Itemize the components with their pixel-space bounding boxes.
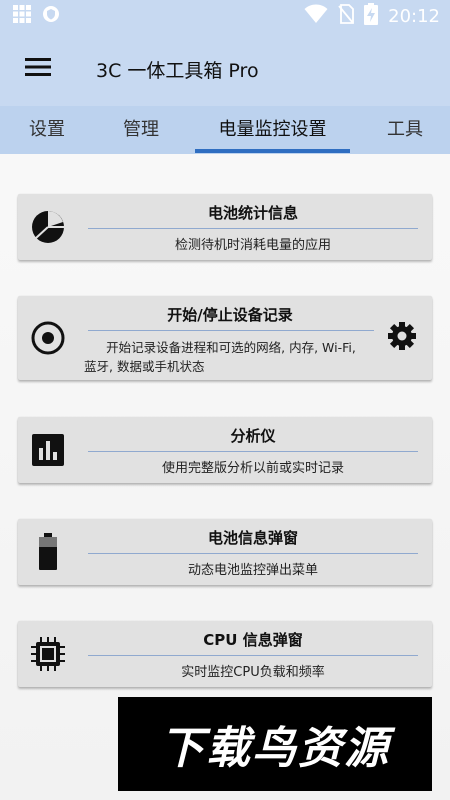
no-sim-icon: [338, 4, 355, 28]
tab-battery-monitor-settings[interactable]: 电量监控设置: [195, 106, 350, 154]
card-title: 电池信息弹窗: [207, 529, 298, 547]
divider: [88, 330, 374, 331]
pie-chart-icon: [28, 207, 68, 247]
active-tab-indicator: [195, 149, 350, 153]
card-description: 动态电池监控弹出菜单: [187, 563, 318, 578]
app-bar: 3C 一体工具箱 Pro: [0, 32, 450, 106]
grid-icon: [12, 4, 32, 28]
analyzer-card[interactable]: 分析仪 使用完整版分析以前或实时记录: [18, 417, 432, 483]
battery-stats-card[interactable]: 电池统计信息 检测待机时消耗电量的应用: [18, 194, 432, 260]
cpu-chip-icon: [28, 634, 68, 674]
card-description: 检测待机时消耗电量的应用: [174, 238, 331, 253]
app-title: 3C 一体工具箱 Pro: [96, 59, 259, 82]
record-icon: [28, 318, 68, 358]
recording-settings-button[interactable]: [382, 318, 422, 358]
menu-button[interactable]: [8, 39, 68, 99]
hamburger-menu-icon: [25, 57, 51, 81]
card-description: 开始记录设备进程和可选的网络, 内存, Wi-Fi, 蓝牙, 数据或手机状态: [84, 338, 378, 376]
battery-icon: [28, 532, 68, 572]
tab-tools[interactable]: 工具: [370, 106, 440, 154]
card-description-line: 开始记录设备进程和可选的网络, 内存, Wi-Fi,: [106, 340, 356, 355]
tab-settings[interactable]: 设置: [10, 106, 84, 154]
status-bar: 20:12: [0, 0, 450, 32]
watermark: 下载鸟资源: [118, 697, 432, 791]
tab-bar: 设置 管理 电量监控设置 工具: [0, 106, 450, 154]
bar-chart-icon: [28, 430, 68, 470]
card-description: 实时监控CPU负载和频率: [181, 665, 325, 680]
card-title: 电池统计信息: [207, 204, 298, 222]
divider: [88, 451, 418, 452]
shield-icon: [42, 5, 60, 27]
divider: [88, 553, 418, 554]
device-record-card[interactable]: 开始/停止设备记录 开始记录设备进程和可选的网络, 内存, Wi-Fi, 蓝牙,…: [18, 296, 432, 380]
card-description-line: 蓝牙, 数据或手机状态: [84, 359, 205, 374]
divider: [88, 655, 418, 656]
card-description: 使用完整版分析以前或实时记录: [161, 461, 344, 476]
gear-icon: [387, 321, 417, 355]
card-title: 开始/停止设备记录: [167, 306, 293, 324]
cpu-popup-card[interactable]: CPU 信息弹窗 实时监控CPU负载和频率: [18, 621, 432, 687]
card-title: CPU 信息弹窗: [203, 631, 303, 649]
wifi-icon: [304, 4, 328, 28]
card-title: 分析仪: [230, 427, 276, 445]
divider: [88, 228, 418, 229]
battery-popup-card[interactable]: 电池信息弹窗 动态电池监控弹出菜单: [18, 519, 432, 585]
tab-manage[interactable]: 管理: [104, 106, 178, 154]
clock: 20:12: [388, 5, 440, 27]
battery-charging-icon: [364, 3, 379, 29]
